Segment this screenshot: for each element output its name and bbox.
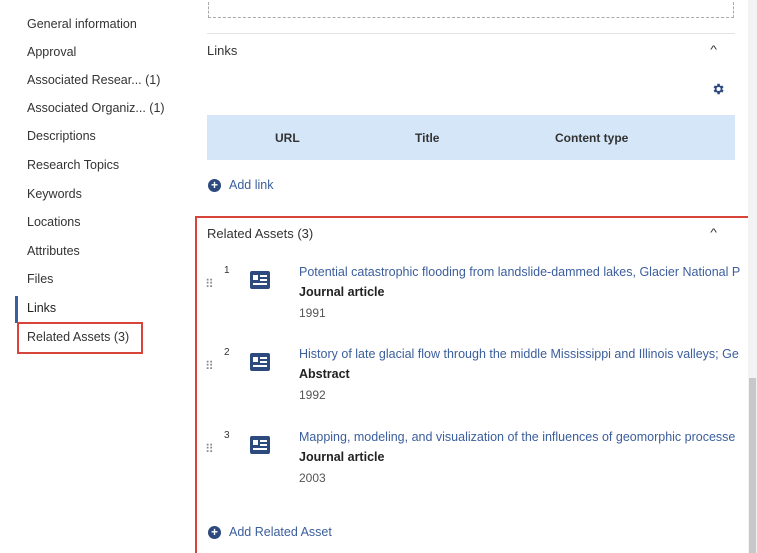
drag-handle-icon[interactable]: ⠿: [205, 442, 214, 456]
sidebar-item-descriptions[interactable]: Descriptions: [27, 129, 96, 143]
sidebar-item-keywords[interactable]: Keywords: [27, 187, 82, 201]
asset-type: Journal article: [299, 450, 385, 464]
add-link-button[interactable]: + Add link: [208, 178, 273, 192]
links-section-title: Links: [207, 43, 238, 58]
asset-title-link[interactable]: Mapping, modeling, and visualization of …: [299, 430, 745, 444]
sidebar-item-links[interactable]: Links: [27, 301, 56, 315]
asset-year: 1992: [299, 388, 326, 402]
asset-index: 1: [224, 265, 230, 276]
asset-index: 2: [224, 347, 230, 358]
sidebar-item-associated-organizations[interactable]: Associated Organiz... (1): [27, 101, 165, 115]
sidebar-item-approval[interactable]: Approval: [27, 45, 76, 59]
add-related-asset-button[interactable]: + Add Related Asset: [208, 525, 332, 539]
plus-circle-icon: +: [208, 525, 221, 539]
sidebar-nav: General information Approval Associated …: [0, 0, 180, 553]
column-url[interactable]: URL: [275, 131, 300, 145]
column-content-type[interactable]: Content type: [555, 131, 628, 145]
asset-title-link[interactable]: History of late glacial flow through the…: [299, 347, 745, 361]
dropzone-edge: [208, 2, 734, 18]
gear-icon[interactable]: [711, 82, 725, 96]
chevron-up-icon[interactable]: ^: [710, 44, 717, 56]
column-title[interactable]: Title: [415, 131, 439, 145]
scrollbar-thumb[interactable]: [749, 378, 756, 553]
sidebar-item-locations[interactable]: Locations: [27, 215, 81, 229]
highlight-box-sidebar: [17, 322, 143, 354]
document-icon: [250, 353, 270, 371]
asset-type: Abstract: [299, 367, 350, 381]
asset-index: 3: [224, 430, 230, 441]
add-link-label: Add link: [229, 178, 274, 192]
sidebar-item-general-information[interactable]: General information: [27, 17, 137, 31]
active-indicator: [15, 296, 18, 323]
document-icon: [250, 436, 270, 454]
add-related-asset-label: Add Related Asset: [229, 525, 332, 539]
asset-type: Journal article: [299, 285, 385, 299]
asset-year: 2003: [299, 471, 326, 485]
drag-handle-icon[interactable]: ⠿: [205, 359, 214, 373]
sidebar-item-research-topics[interactable]: Research Topics: [27, 158, 119, 172]
sidebar-item-associated-researchers[interactable]: Associated Resear... (1): [27, 73, 160, 87]
drag-handle-icon[interactable]: ⠿: [205, 277, 214, 291]
asset-year: 1991: [299, 306, 326, 320]
chevron-up-icon[interactable]: ^: [710, 227, 717, 239]
sidebar-item-files[interactable]: Files: [27, 272, 53, 286]
section-divider: [207, 33, 735, 34]
sidebar-item-attributes[interactable]: Attributes: [27, 244, 80, 258]
plus-circle-icon: +: [208, 178, 221, 192]
related-assets-section-title: Related Assets (3): [207, 226, 314, 241]
document-icon: [250, 271, 270, 289]
asset-title-link[interactable]: Potential catastrophic flooding from lan…: [299, 265, 745, 279]
